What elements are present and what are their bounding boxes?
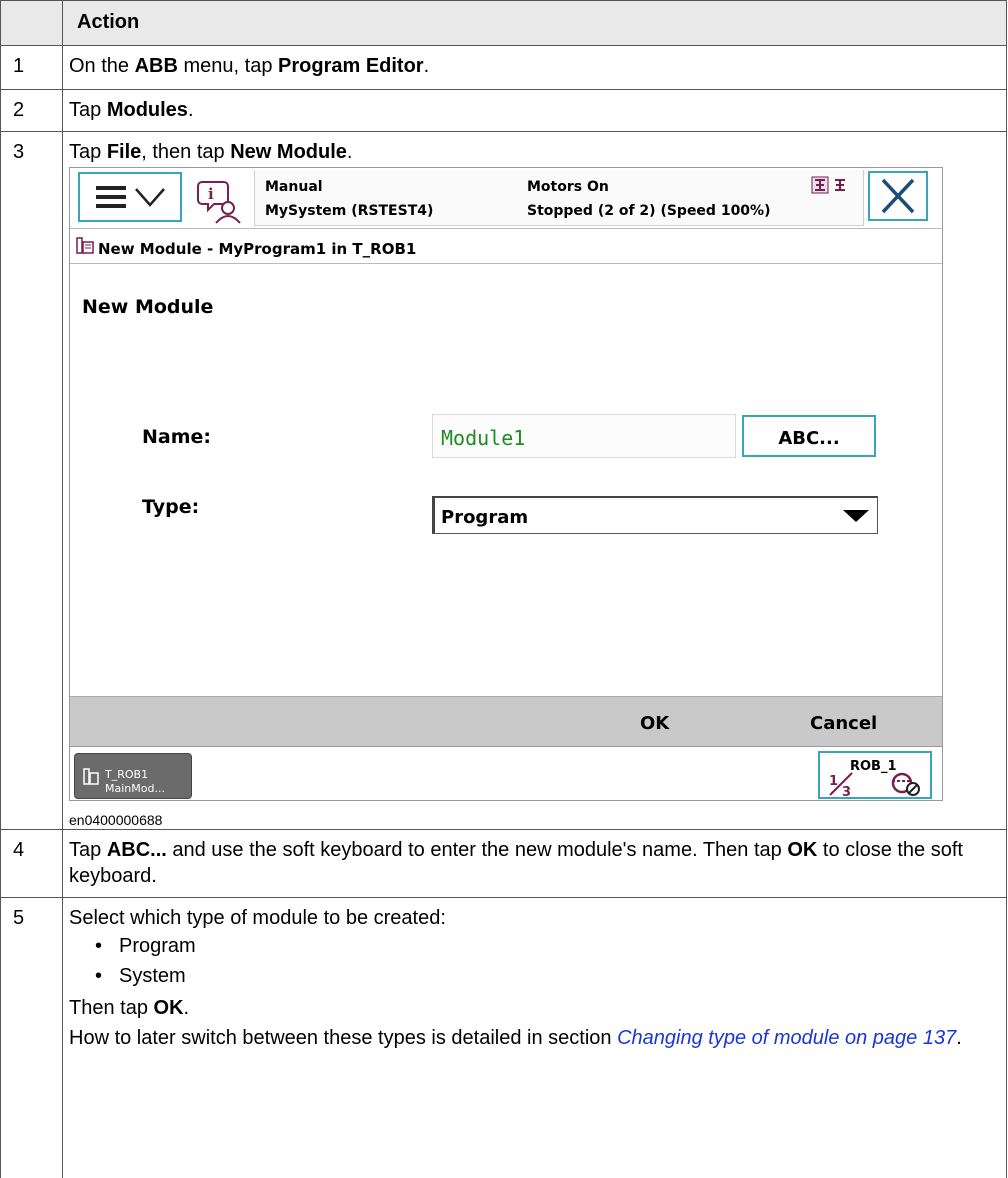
abc-keyboard-button[interactable]: ABC... [742,415,876,457]
window-title: New Module - MyProgram1 in T_ROB1 [98,240,417,258]
step-number: 1 [0,45,63,90]
flexpendant-screenshot: i Manual MySystem (RSTEST4) Motors On St… [69,167,943,801]
step-more: How to later switch between these types … [69,1027,962,1049]
name-label: Name: [142,426,212,448]
svg-text:3: 3 [842,785,851,797]
cross-reference-link[interactable]: Changing type of module on page 137 [617,1027,956,1049]
type-label: Type: [142,496,200,518]
step-text: Tap File, then tap New Module. i Manual … [62,131,1007,830]
close-icon [881,178,915,214]
step-row: 1 On the ABB menu, tap Program Editor. [0,45,1007,90]
dropdown-arrow-icon [843,510,869,522]
motors-state: Motors On [527,179,609,195]
module-type-list: Program System [69,931,1000,991]
program-editor-icon [83,768,99,785]
quickset-button[interactable]: ROB_1 1 3 [818,751,932,799]
list-item: Program [95,931,1000,961]
program-editor-icon [76,237,94,254]
steps-table: Action 1 On the ABB menu, tap Program Ed… [0,0,1007,1178]
program-state: Stopped (2 of 2) (Speed 100%) [527,203,771,219]
form-title: New Module [82,296,214,318]
run-mode-icon [891,772,920,796]
robot-status-icon [811,176,845,194]
step-text: On the ABB menu, tap Program Editor. [62,45,1007,90]
step-number: 4 [0,829,63,898]
system-name: MySystem (RSTEST4) [265,203,434,219]
taskbar-item-program-editor[interactable]: T_ROB1 MainMod... [74,753,192,799]
step-text: Tap Modules. [62,89,1007,132]
step-row: 4 Tap ABC... and use the soft keyboard t… [0,829,1007,898]
header-action: Action [62,0,1007,46]
close-button[interactable] [868,171,928,221]
module-name: MainMod... [105,782,165,795]
module-name-field[interactable]: Module1 [432,414,736,458]
task-bar: T_ROB1 MainMod... ROB_1 1 3 [70,746,942,800]
step-number: 5 [0,897,63,1178]
operating-mode: Manual [265,179,323,195]
step-number: 2 [0,89,63,132]
step-row: 5 Select which type of module to be crea… [0,897,1007,1178]
cancel-button[interactable]: Cancel [810,711,877,737]
svg-text:1: 1 [829,774,838,789]
ok-button[interactable]: OK [640,711,669,737]
svg-text:i: i [208,185,214,203]
step-intro: Select which type of module to be create… [69,907,446,929]
step-row: 3 Tap File, then tap New Module. i Manua… [0,131,1007,830]
status-bar[interactable]: Manual MySystem (RSTEST4) Motors On Stop… [254,170,864,226]
step-text: Select which type of module to be create… [62,897,1007,1178]
abb-menu-button[interactable] [78,172,182,222]
figure-caption: en0400000688 [69,812,163,828]
command-bar: OK Cancel [70,696,942,746]
header-number [0,0,63,46]
hamburger-icon [96,186,165,208]
window-title-bar: New Module - MyProgram1 in T_ROB1 [70,228,942,264]
step-number: 3 [0,131,63,830]
step-then: Then tap OK. [69,997,190,1019]
step-row: 2 Tap Modules. [0,89,1007,132]
step-text: Tap ABC... and use the soft keyboard to … [62,829,1007,898]
module-type-dropdown[interactable]: Program [432,496,878,534]
increment-icon: 1 3 [829,772,853,797]
module-type-value: Program [441,507,529,528]
event-log-icon[interactable]: i [196,178,246,224]
top-bar: i Manual MySystem (RSTEST4) Motors On St… [70,168,942,228]
list-item: System [95,961,1000,991]
